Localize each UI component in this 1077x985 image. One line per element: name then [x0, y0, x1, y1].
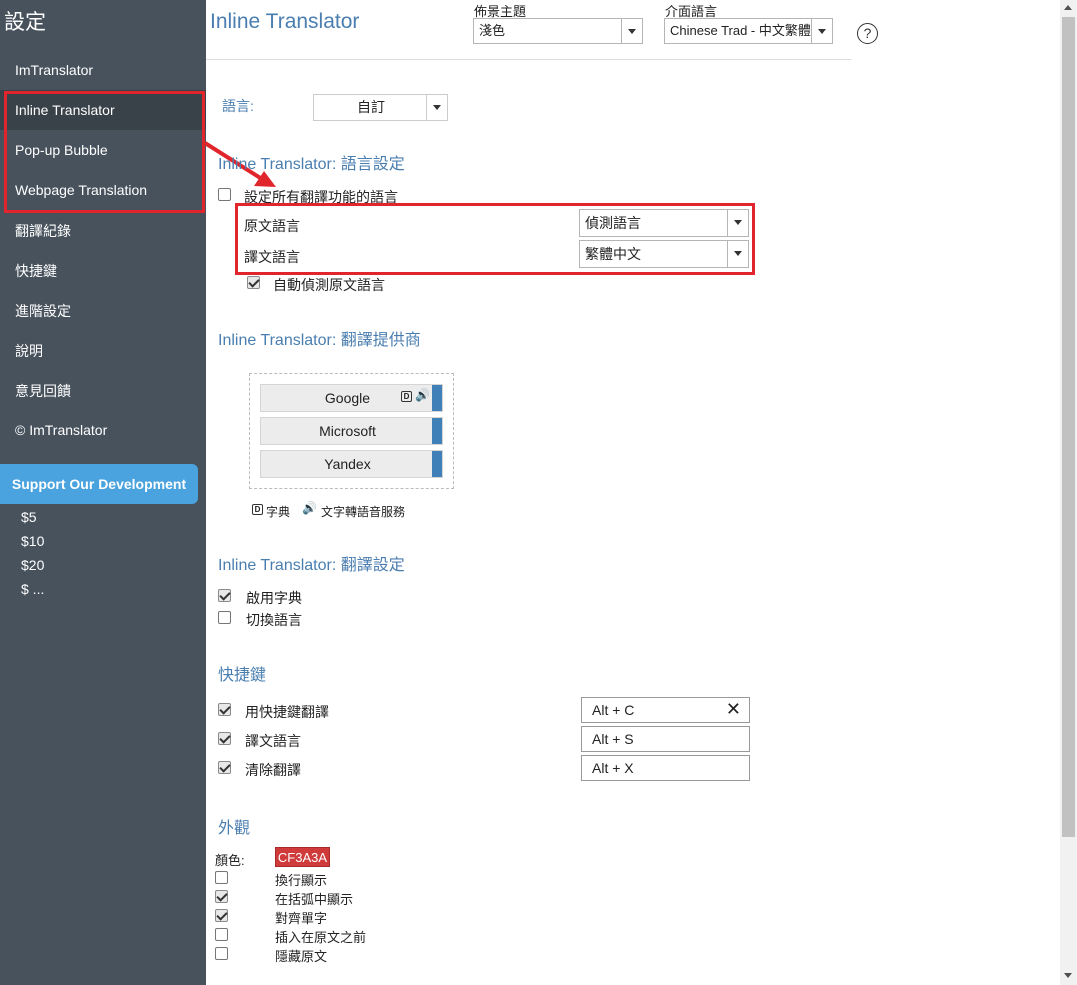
dictionary-legend-label: 字典	[266, 505, 291, 519]
provider-microsoft-bar	[432, 418, 442, 444]
sidebar-item-imtranslator[interactable]: ImTranslator	[0, 50, 206, 90]
appearance-title: 外觀	[218, 820, 251, 837]
option-align-words-label: 對齊單字	[275, 911, 328, 926]
shortcut-target-value: Alt + S	[592, 731, 634, 747]
sidebar-item-copyright[interactable]: © ImTranslator	[0, 410, 206, 450]
language-mode-select[interactable]: 自訂	[313, 94, 448, 121]
provider-yandex-bar	[432, 451, 442, 477]
shortcut-translate-label: 用快捷鍵翻譯	[245, 704, 329, 720]
page-title: Inline Translator	[210, 10, 360, 33]
translation-settings-title: Inline Translator: 翻譯設定	[218, 557, 405, 574]
shortcuts-title: 快捷鍵	[218, 667, 267, 684]
scroll-down-icon[interactable]	[1064, 973, 1072, 978]
tts-legend-label: 文字轉語音服務	[321, 505, 406, 519]
option-hide-original-checkbox[interactable]	[215, 947, 228, 960]
shortcut-clear-value: Alt + X	[592, 760, 634, 776]
language-settings-title: Inline Translator: 語言設定	[218, 156, 405, 173]
provider-yandex-name: Yandex	[324, 456, 371, 472]
shortcut-clear-input[interactable]: Alt + X	[581, 755, 750, 781]
language-mode-value: 自訂	[357, 99, 385, 115]
ui-language-select[interactable]: Chinese Trad - 中文繁體	[664, 18, 833, 44]
speaker-legend-icon: 🔊	[302, 501, 317, 515]
scroll-thumb[interactable]	[1062, 17, 1075, 837]
autodetect-label: 自動偵測原文語言	[273, 277, 385, 293]
shortcut-translate-checkbox[interactable]	[218, 703, 231, 716]
scroll-up-icon[interactable]	[1064, 5, 1072, 10]
provider-microsoft[interactable]: Microsoft	[260, 417, 443, 445]
autodetect-checkbox[interactable]	[247, 276, 260, 289]
color-picker[interactable]: CF3A3A	[275, 847, 330, 867]
sidebar-title: 設定	[4, 11, 46, 34]
option-insert-before-checkbox[interactable]	[215, 928, 228, 941]
donate-10-link[interactable]: $10	[21, 533, 44, 549]
option-align-words-checkbox[interactable]	[215, 909, 228, 922]
switch-language-label: 切換語言	[246, 612, 302, 628]
theme-select[interactable]: 淺色	[473, 18, 643, 44]
set-all-languages-checkbox[interactable]	[218, 188, 231, 201]
sidebar-highlight-box	[4, 91, 205, 213]
sidebar-item-advanced[interactable]: 進階設定	[0, 291, 206, 331]
dictionary-icon: D	[401, 391, 412, 402]
provider-microsoft-name: Microsoft	[319, 423, 376, 439]
option-new-line-label: 換行顯示	[275, 873, 328, 888]
sidebar-item-feedback[interactable]: 意見回饋	[0, 371, 206, 411]
shortcut-clear-label: 清除翻譯	[245, 762, 301, 778]
help-icon[interactable]: ?	[857, 23, 878, 44]
support-development-button[interactable]: Support Our Development	[0, 464, 198, 504]
switch-language-checkbox[interactable]	[218, 611, 231, 624]
sidebar-item-history[interactable]: 翻譯紀錄	[0, 211, 206, 251]
chevron-down-icon	[426, 95, 447, 120]
option-brackets-label: 在括弧中顯示	[275, 892, 354, 907]
option-brackets-checkbox[interactable]	[215, 890, 228, 903]
shortcut-target-label: 譯文語言	[245, 733, 301, 749]
language-highlight-box	[235, 203, 755, 275]
providers-panel: Google D 🔊 Microsoft Yandex	[249, 373, 454, 489]
donate-20-link[interactable]: $20	[21, 557, 44, 573]
chevron-down-icon	[621, 19, 642, 43]
close-icon[interactable]: ✕	[726, 698, 741, 720]
provider-google-bar	[432, 385, 442, 411]
option-hide-original-label: 隱藏原文	[275, 949, 328, 964]
language-label: 語言:	[222, 98, 254, 114]
ui-language-select-value: Chinese Trad - 中文繁體	[670, 23, 811, 38]
shortcut-target-checkbox[interactable]	[218, 732, 231, 745]
speaker-icon: 🔊	[415, 388, 430, 402]
shortcut-target-input[interactable]: Alt + S	[581, 726, 750, 752]
sidebar-item-hotkeys[interactable]: 快捷鍵	[0, 251, 206, 291]
chevron-down-icon	[811, 19, 832, 43]
donate-custom-link[interactable]: $ ...	[21, 581, 44, 597]
providers-title: Inline Translator: 翻譯提供商	[218, 332, 421, 349]
provider-google[interactable]: Google D 🔊	[260, 384, 443, 412]
donate-5-link[interactable]: $5	[21, 509, 37, 525]
sidebar-item-help[interactable]: 說明	[0, 331, 206, 371]
theme-select-value: 淺色	[479, 23, 506, 38]
color-label: 顏色:	[215, 853, 245, 868]
option-insert-before-label: 插入在原文之前	[275, 930, 367, 945]
header-divider	[206, 59, 851, 60]
enable-dictionary-checkbox[interactable]	[218, 589, 231, 602]
shortcut-clear-checkbox[interactable]	[218, 761, 231, 774]
shortcut-translate-value: Alt + C	[592, 702, 635, 718]
enable-dictionary-label: 啟用字典	[246, 590, 302, 606]
vertical-scrollbar[interactable]	[1060, 0, 1077, 985]
provider-yandex[interactable]: Yandex	[260, 450, 443, 478]
option-new-line-checkbox[interactable]	[215, 871, 228, 884]
shortcut-translate-input[interactable]: Alt + C ✕	[581, 697, 750, 723]
dictionary-legend-icon: D	[252, 504, 263, 515]
